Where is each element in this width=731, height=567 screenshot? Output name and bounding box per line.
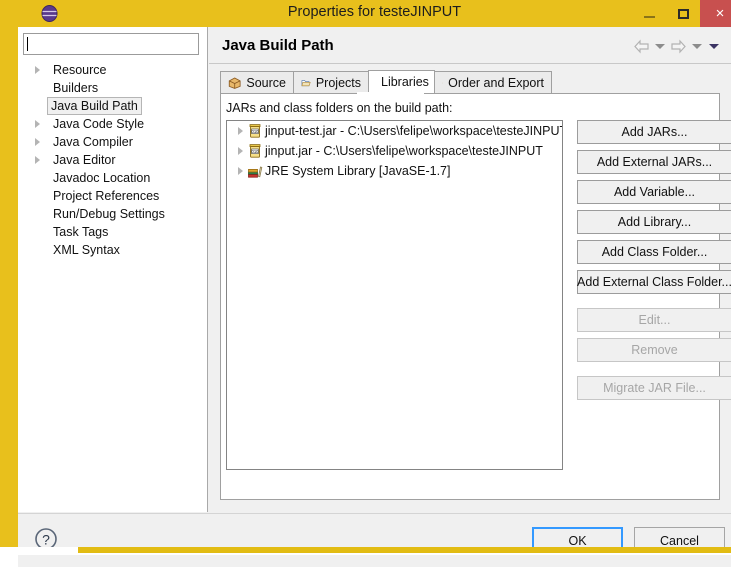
jar-list-row-label: jinput.jar - C:\Users\felipe\workspace\t… xyxy=(265,144,543,158)
sidebar-item-java-editor[interactable]: Java Editor xyxy=(18,151,206,169)
sidebar-item-resource[interactable]: Resource xyxy=(18,61,206,79)
books-icon xyxy=(248,166,263,178)
expand-arrow-icon[interactable] xyxy=(238,127,243,135)
maximize-icon xyxy=(677,8,689,19)
sidebar-item-label: Project References xyxy=(53,189,160,203)
close-button[interactable]: × xyxy=(700,0,731,27)
remove-button: Remove xyxy=(577,338,731,362)
folder-open-icon xyxy=(301,79,311,86)
sidebar-item-label: Java Build Path xyxy=(47,97,142,115)
jar-list-row[interactable]: 010 jinput.jar - C:\Users\felipe\workspac… xyxy=(227,141,562,161)
back-menu-chevron-down-icon[interactable] xyxy=(655,44,665,49)
jar-list-row-label: jinput-test.jar - C:\Users\felipe\worksp… xyxy=(265,124,563,138)
minimize-button[interactable] xyxy=(632,0,666,27)
title-bar: Properties for testeJINPUT × xyxy=(9,0,731,27)
sidebar-item-project-references[interactable]: Project References xyxy=(18,187,206,205)
tab-order-and-export[interactable]: Order and Export xyxy=(434,71,552,93)
sidebar-item-label: XML Syntax xyxy=(53,243,120,257)
migrate-jar-file-button: Migrate JAR File... xyxy=(577,376,731,400)
jar-icon: 010 xyxy=(249,144,261,158)
settings-tree-panel: Resource Builders Java Build Path Java Code… xyxy=(18,27,208,512)
tab-source[interactable]: Source xyxy=(220,71,294,93)
forward-arrow-icon[interactable] xyxy=(670,39,687,54)
sidebar-item-label: Java Code Style xyxy=(53,117,145,131)
sidebar-item-java-code-style[interactable]: Java Code Style xyxy=(18,115,206,133)
tab-label: Libraries xyxy=(381,75,429,89)
maximize-button[interactable] xyxy=(666,0,700,27)
sidebar-item-label: Builders xyxy=(53,81,99,95)
expand-arrow-icon[interactable] xyxy=(35,156,40,164)
sidebar-item-javadoc-location[interactable]: Javadoc Location xyxy=(18,169,206,187)
expand-arrow-icon[interactable] xyxy=(238,167,243,175)
add-class-folder-button[interactable]: Add Class Folder... xyxy=(577,240,731,264)
tab-libraries[interactable]: Libraries xyxy=(368,70,435,93)
sidebar-item-builders[interactable]: Builders xyxy=(18,79,206,97)
tab-label: Order and Export xyxy=(448,75,544,90)
sidebar-item-label: Javadoc Location xyxy=(53,171,151,185)
expand-arrow-icon[interactable] xyxy=(35,138,40,146)
sidebar-item-label: Run/Debug Settings xyxy=(53,207,165,221)
tab-label: Source xyxy=(246,75,286,90)
jar-list-row[interactable]: 010 jinput-test.jar - C:\Users\felipe\wor… xyxy=(227,121,562,141)
action-button-column: Add JARs... Add External JARs... Add Varia… xyxy=(577,120,731,406)
sidebar-item-label: Java Editor xyxy=(53,153,116,167)
sidebar-item-label: Task Tags xyxy=(53,225,109,239)
tab-projects[interactable]: Projects xyxy=(293,71,369,93)
add-external-jars-button[interactable]: Add External JARs... xyxy=(577,150,731,174)
package-icon xyxy=(228,77,241,89)
page-navigation xyxy=(633,39,721,54)
page-panel: Java Build Path Source Projects Librarie… xyxy=(209,27,731,512)
jar-list-row[interactable]: JRE System Library [JavaSE-1.7] xyxy=(227,161,562,181)
add-external-class-folder-button[interactable]: Add External Class Folder... xyxy=(577,270,731,294)
add-jars-button[interactable]: Add JARs... xyxy=(577,120,731,144)
page-title: Java Build Path xyxy=(222,37,334,54)
order-export-icon xyxy=(442,82,443,83)
sidebar-item-java-build-path[interactable]: Java Build Path xyxy=(18,97,206,115)
desktop-strip-accent xyxy=(78,547,731,553)
active-tab-joint xyxy=(357,92,424,94)
edit-button: Edit... xyxy=(577,308,731,332)
window-title: Properties for testeJINPUT xyxy=(287,4,462,20)
close-icon: × xyxy=(715,5,725,22)
tab-bar: Source Projects Libraries Order and Export xyxy=(220,70,720,93)
sidebar-item-task-tags[interactable]: Task Tags xyxy=(18,223,206,241)
minimize-icon xyxy=(643,15,655,18)
jar-icon: 010 xyxy=(249,124,261,138)
expand-arrow-icon[interactable] xyxy=(238,147,243,155)
add-library-button[interactable]: Add Library... xyxy=(577,210,731,234)
svg-text:010: 010 xyxy=(252,129,260,134)
sidebar-item-run-debug-settings[interactable]: Run/Debug Settings xyxy=(18,205,206,223)
dialog-footer: ? OK Cancel xyxy=(18,513,731,567)
expand-arrow-icon[interactable] xyxy=(35,66,40,74)
sidebar-item-label: Java Compiler xyxy=(53,135,133,149)
svg-text:010: 010 xyxy=(252,149,260,154)
title-separator xyxy=(209,63,731,64)
dialog-window: Properties for testeJINPUT × Resource Bui… xyxy=(0,0,731,567)
forward-menu-chevron-down-icon[interactable] xyxy=(692,44,702,49)
sidebar-item-xml-syntax[interactable]: XML Syntax xyxy=(18,241,206,259)
list-caption: JARs and class folders on the build path… xyxy=(226,101,453,115)
libraries-tab-content: JARs and class folders on the build path… xyxy=(220,93,731,500)
expand-arrow-icon[interactable] xyxy=(35,120,40,128)
settings-tree: Resource Builders Java Build Path Java Code… xyxy=(18,61,206,259)
sidebar-item-label: Resource xyxy=(53,63,107,77)
tab-label: Projects xyxy=(315,75,361,90)
add-variable-button[interactable]: Add Variable... xyxy=(577,180,731,204)
page-menu-chevron-down-icon[interactable] xyxy=(709,44,719,49)
jar-list-row-label: JRE System Library [JavaSE-1.7] xyxy=(265,164,451,178)
filter-input[interactable] xyxy=(23,33,199,55)
jar-list[interactable]: 010 jinput-test.jar - C:\Users\felipe\wor… xyxy=(226,120,563,470)
back-arrow-icon[interactable] xyxy=(633,39,650,54)
svg-text:?: ? xyxy=(42,532,50,548)
text-caret xyxy=(27,37,28,51)
sidebar-item-java-compiler[interactable]: Java Compiler xyxy=(18,133,206,151)
dialog-client-area: Resource Builders Java Build Path Java Code… xyxy=(18,27,731,567)
